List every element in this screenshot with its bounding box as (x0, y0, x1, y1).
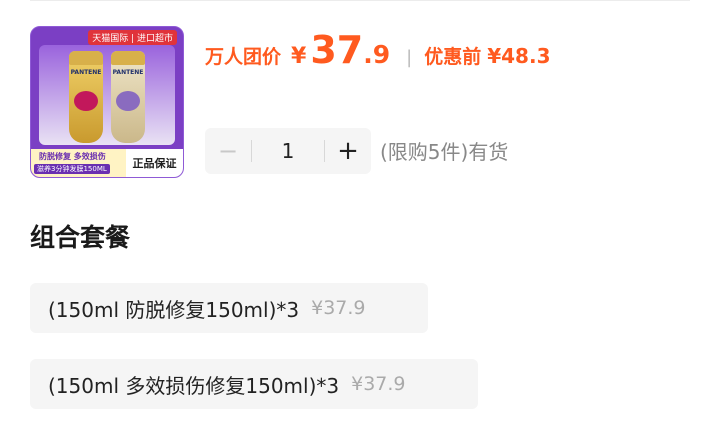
original-price-label: 优惠前 (424, 46, 482, 68)
group-price-label: 万人团价 (205, 46, 282, 68)
price-decimal: .9 (363, 40, 391, 69)
bundle-option-price: ¥37.9 (351, 373, 406, 395)
product-image: PANTENE PANTENE (39, 45, 175, 145)
quantity-stepper: − 1 + (205, 128, 371, 174)
stock-status: (限购5件)有货 (380, 140, 509, 164)
authentic-guarantee: 正品保证 (126, 149, 183, 177)
increase-button[interactable]: + (325, 128, 371, 174)
top-divider (30, 0, 690, 1)
bundle-section-title: 组合套餐 (30, 223, 131, 252)
currency-symbol: ¥ (291, 44, 307, 69)
bundle-option-name: (150ml 防脱修复150ml)*3 (48, 297, 300, 322)
mall-badge: 天猫国际 | 进口超市 (88, 30, 177, 45)
price-separator: | (406, 47, 413, 68)
thumbnail-footer: 防脱修复 多效损伤 滋养3分钟发膜150ML (31, 149, 126, 177)
bundle-option-name: (150ml 多效损伤修复150ml)*3 (48, 373, 340, 398)
thumbnail-tagline: 防脱修复 多效损伤 (39, 152, 106, 161)
bundle-option[interactable]: (150ml 多效损伤修复150ml)*3 ¥37.9 (30, 359, 478, 409)
bundle-option[interactable]: (150ml 防脱修复150ml)*3 ¥37.9 (30, 283, 428, 333)
product-tube-left: PANTENE (69, 51, 103, 143)
product-tube-right: PANTENE (111, 51, 145, 143)
quantity-value[interactable]: 1 (252, 139, 324, 163)
product-thumbnail[interactable]: 天猫国际 | 进口超市 PANTENE PANTENE 防脱修复 多效损伤 滋养… (30, 26, 184, 178)
price-row: 万人团价 ¥ 37 .9 | 优惠前 ¥48.3 (205, 28, 550, 78)
decrease-button[interactable]: − (205, 128, 251, 174)
bundle-option-price: ¥37.9 (311, 297, 366, 319)
original-price-value: ¥48.3 (487, 44, 551, 68)
thumbnail-subtag: 滋养3分钟发膜150ML (34, 164, 110, 174)
price-integer: 37 (310, 28, 364, 72)
